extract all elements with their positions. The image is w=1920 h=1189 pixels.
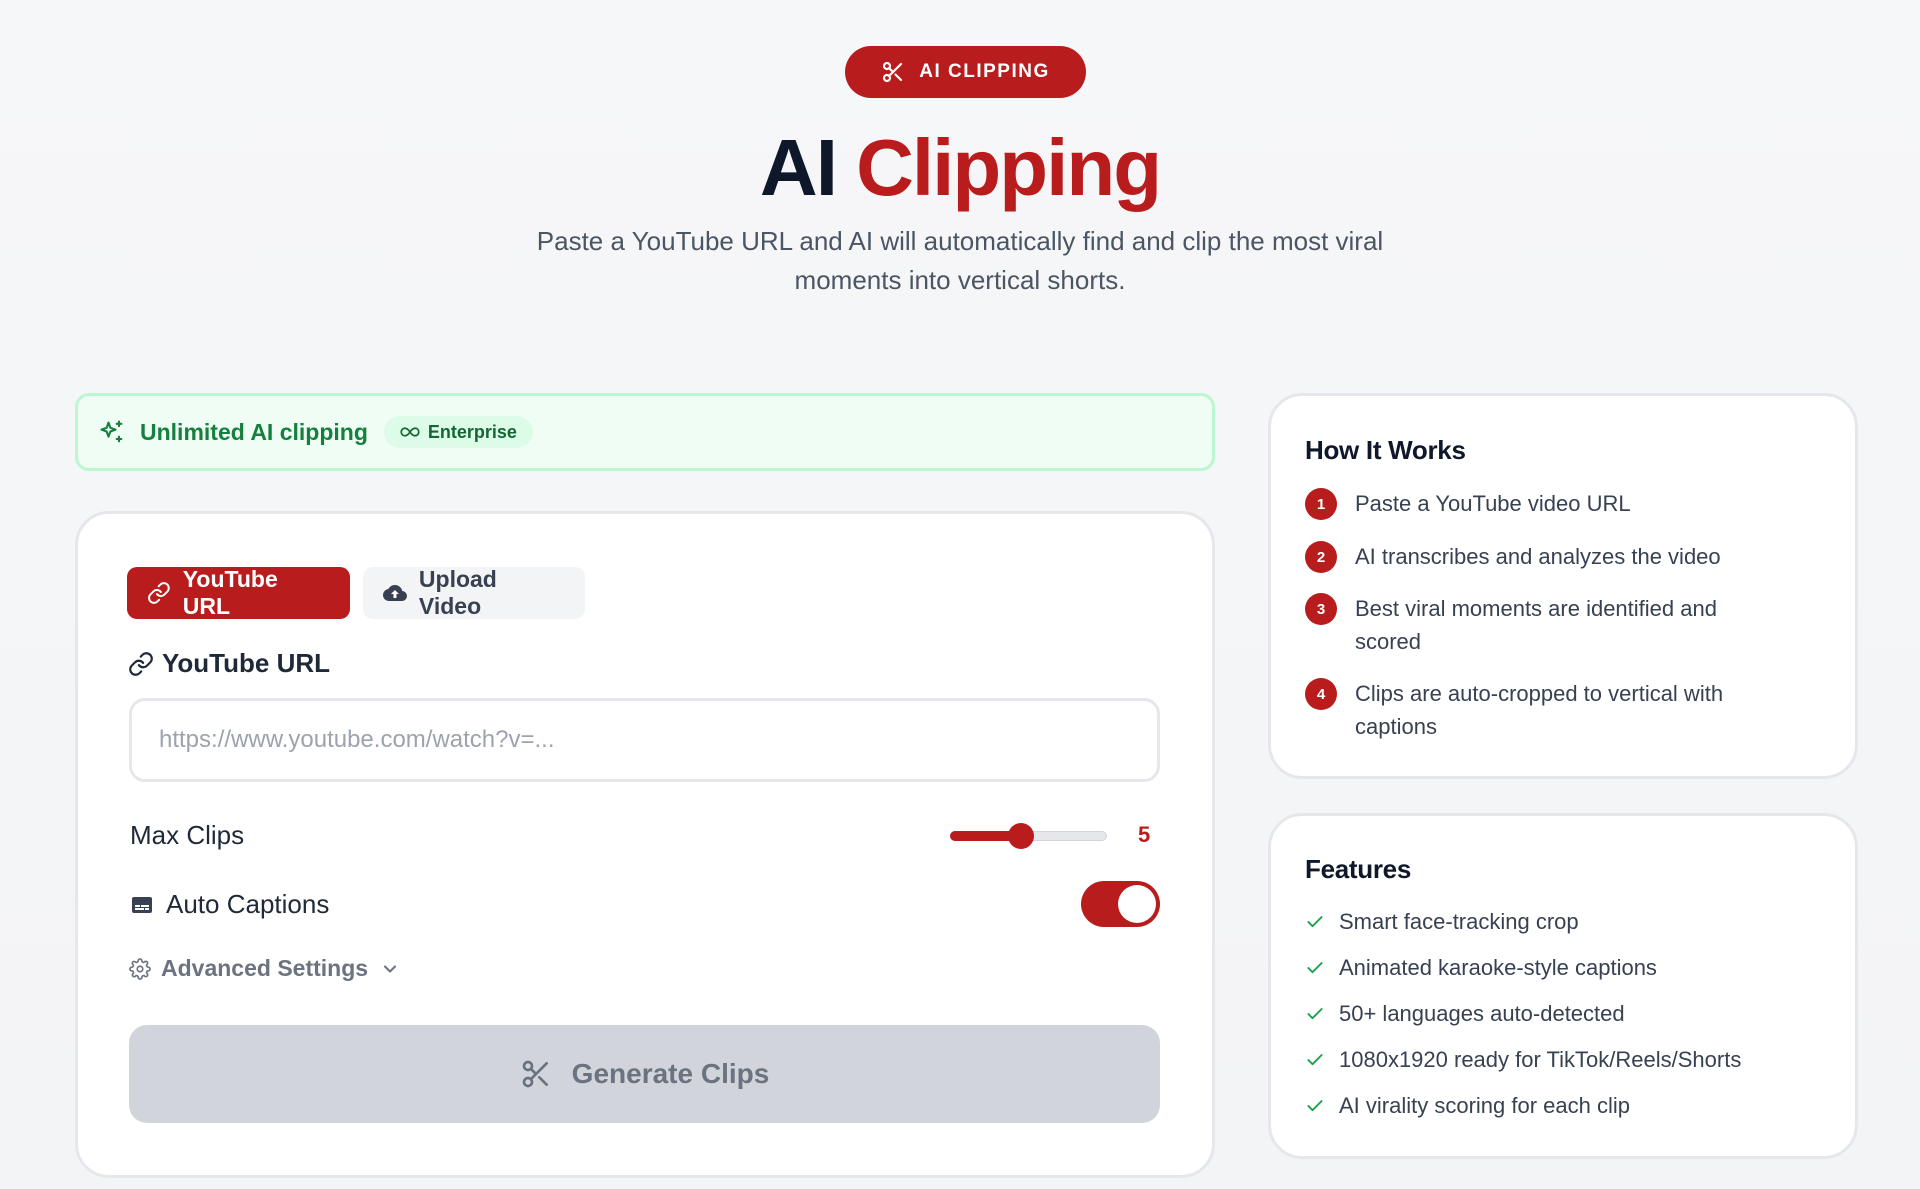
- tab-youtube-url[interactable]: YouTube URL: [127, 566, 350, 619]
- generate-clips-button[interactable]: Generate Clips: [129, 1025, 1160, 1123]
- feature-text: Animated karaoke-style captions: [1339, 955, 1657, 980]
- max-clips-label: Max Clips: [130, 820, 245, 850]
- check-icon: [1307, 962, 1323, 974]
- toggle-knob: [1118, 885, 1156, 923]
- step-text: AI transcribes and analyzes the video: [1355, 544, 1721, 569]
- features-title: Features: [1305, 854, 1411, 884]
- captions-icon: [132, 896, 152, 913]
- step-number: 1: [1305, 488, 1337, 520]
- step-number: 4: [1305, 678, 1337, 710]
- page: AI CLIPPING AI Clipping Paste a YouTube …: [0, 0, 1920, 1189]
- url-label-text: YouTube URL: [162, 648, 331, 678]
- advanced-settings-label: Advanced Settings: [161, 955, 369, 981]
- auto-captions-text: Auto Captions: [166, 889, 330, 919]
- feature-item: 1080x1920 ready for TikTok/Reels/Shorts: [1305, 1047, 1741, 1073]
- check-icon: [1307, 1008, 1323, 1020]
- generate-clips-label: Generate Clips: [571, 1058, 770, 1089]
- feature-text: 1080x1920 ready for TikTok/Reels/Shorts: [1339, 1047, 1742, 1072]
- slider-thumb[interactable]: [1007, 823, 1034, 849]
- url-field-label: YouTube URL: [128, 648, 330, 679]
- auto-captions-toggle[interactable]: [1081, 881, 1160, 927]
- step-number: 3: [1305, 593, 1337, 625]
- feature-item: 50+ languages auto-detected: [1305, 1001, 1625, 1027]
- scissors-icon: [883, 61, 903, 83]
- cloud-upload-icon: [383, 585, 407, 601]
- tab-upload-video[interactable]: Upload Video: [363, 566, 585, 619]
- title-part-2: Clipping: [856, 123, 1162, 212]
- banner-label: Unlimited AI clipping: [140, 418, 368, 445]
- step-item: 4 Clips are auto-cropped to vertical wit…: [1305, 678, 1825, 743]
- chevron-down-icon: [384, 964, 397, 973]
- max-clips-value: 5: [1138, 822, 1151, 847]
- title-part-1: AI: [759, 123, 838, 212]
- max-clips-slider[interactable]: [950, 823, 1107, 849]
- feature-text: 50+ languages auto-detected: [1339, 1001, 1625, 1026]
- auto-captions-label: Auto Captions: [130, 889, 329, 920]
- step-text: Clips are auto-cropped to vertical with …: [1355, 681, 1724, 739]
- badge-label: AI CLIPPING: [919, 61, 1050, 82]
- link-icon: [129, 651, 153, 676]
- step-item: 3 Best viral moments are identified and …: [1305, 593, 1825, 658]
- advanced-settings-toggle[interactable]: Advanced Settings: [129, 955, 400, 982]
- ai-clipping-badge: AI CLIPPING: [845, 46, 1086, 98]
- scissors-icon: [522, 1060, 548, 1088]
- tab-label: Upload Video: [418, 566, 497, 619]
- feature-text: Smart face-tracking crop: [1339, 909, 1579, 934]
- enterprise-label: Enterprise: [427, 421, 517, 442]
- youtube-url-input[interactable]: [129, 698, 1160, 782]
- link-icon: [148, 582, 170, 604]
- feature-item: Smart face-tracking crop: [1305, 909, 1579, 935]
- check-icon: [1307, 916, 1323, 928]
- check-icon: [1307, 1100, 1323, 1112]
- enterprise-badge: Enterprise: [383, 416, 533, 448]
- page-title: AI Clipping: [0, 118, 1920, 218]
- sparkles-icon: [100, 420, 123, 443]
- how-it-works-title: How It Works: [1305, 435, 1466, 465]
- step-text: Best viral moments are identified and sc…: [1355, 596, 1717, 654]
- gear-icon: [129, 957, 151, 980]
- step-number: 2: [1305, 541, 1337, 573]
- check-icon: [1307, 1054, 1323, 1066]
- feature-text: AI virality scoring for each clip: [1339, 1093, 1630, 1118]
- feature-item: Animated karaoke-style captions: [1305, 955, 1657, 981]
- infinity-icon: [400, 427, 420, 437]
- unlimited-banner: Unlimited AI clipping Enterprise: [75, 393, 1215, 471]
- step-item: 2 AI transcribes and analyzes the video: [1305, 541, 1825, 573]
- tab-label: YouTube URL: [182, 566, 278, 619]
- step-item: 1 Paste a YouTube video URL: [1305, 488, 1825, 520]
- page-subtitle: Paste a YouTube URL and AI will automati…: [536, 226, 1384, 295]
- feature-item: AI virality scoring for each clip: [1305, 1093, 1630, 1119]
- step-text: Paste a YouTube video URL: [1355, 491, 1631, 516]
